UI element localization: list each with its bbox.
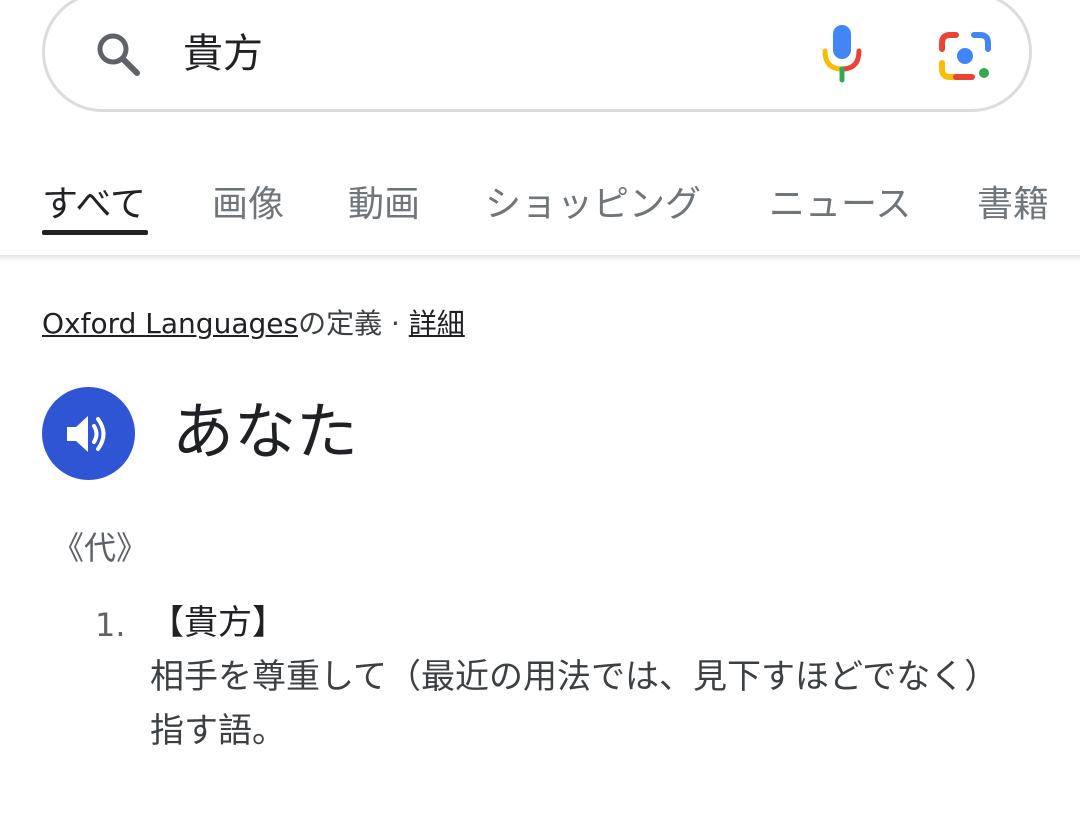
- oxford-languages-link[interactable]: Oxford Languages: [42, 307, 298, 340]
- speaker-icon: [67, 416, 106, 452]
- search-tabs: すべて 画像 動画 ショッピング ニュース 書籍: [0, 176, 1080, 256]
- part-of-speech: 《代》: [52, 529, 149, 567]
- tab-shopping[interactable]: ショッピング: [485, 176, 701, 234]
- pronunciation-button[interactable]: [42, 387, 135, 480]
- source-suffix: の定義: [298, 307, 383, 340]
- search-results-page: 貴方 すべて 画像 動画 ショッピング ニュース 書籍 Oxford Langu…: [0, 0, 1080, 828]
- tab-books[interactable]: 書籍: [977, 176, 1049, 234]
- definition-text: 相手を尊重して（最近の用法では、見下すほどでなく）指す語。: [150, 657, 999, 751]
- microphone-icon[interactable]: [817, 23, 867, 83]
- headword: あなた: [172, 395, 359, 468]
- active-tab-indicator: [42, 230, 148, 235]
- search-bar[interactable]: 貴方: [42, 0, 1032, 112]
- definition-term: 【貴方】: [150, 603, 286, 643]
- tab-videos[interactable]: 動画: [348, 176, 420, 234]
- source-separator: ·: [382, 307, 409, 340]
- search-input[interactable]: 貴方: [183, 29, 263, 79]
- definition-number: 1.: [95, 606, 126, 644]
- tab-images[interactable]: 画像: [212, 176, 284, 234]
- details-link[interactable]: 詳細: [409, 307, 465, 340]
- tab-news[interactable]: ニュース: [769, 176, 911, 234]
- camera-lens-icon[interactable]: [938, 29, 992, 83]
- tabs-divider: [0, 255, 1080, 261]
- dictionary-source: Oxford Languagesの定義 · 詳細: [42, 304, 465, 344]
- tab-all[interactable]: すべて: [42, 176, 146, 234]
- search-icon[interactable]: [93, 29, 143, 79]
